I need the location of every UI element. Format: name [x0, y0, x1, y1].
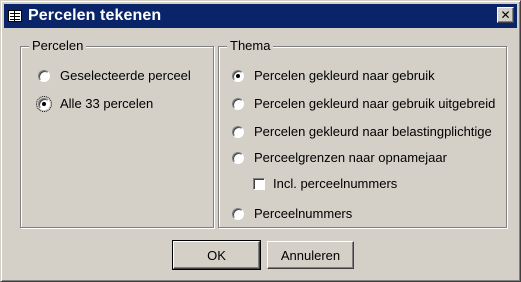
radio-gekleurd-naar-gebruik-uitgebreid[interactable]: Percelen gekleurd naar gebruik uitgebrei… — [232, 96, 495, 111]
percelen-group-label: Percelen — [29, 38, 87, 54]
ok-button[interactable]: OK — [172, 240, 261, 270]
radio-gekleurd-naar-belastingplichtige[interactable]: Percelen gekleurd naar belastingplichtig… — [232, 124, 492, 139]
checkbox-label: Incl. perceelnummers — [273, 176, 398, 191]
close-button[interactable]: ✕ — [497, 7, 514, 23]
radio-alle-percelen[interactable]: Alle 33 percelen — [36, 95, 154, 112]
radio-label: Perceelnummers — [254, 206, 353, 221]
checkbox-incl-perceelnummers[interactable]: Incl. perceelnummers — [253, 176, 397, 191]
radio-label: Alle 33 percelen — [60, 96, 154, 111]
thema-group-label: Thema — [227, 38, 274, 54]
radio-button[interactable] — [232, 151, 244, 164]
window-title: Percelen tekenen — [28, 7, 162, 24]
checkbox[interactable] — [253, 177, 265, 190]
radio-label: Percelen gekleurd naar belastingplichtig… — [254, 124, 492, 139]
dialog-window: Percelen tekenen ✕ Percelen Geselecteerd… — [0, 0, 521, 282]
thema-groupbox: Thema Percelen gekleurd naar gebruik Per… — [218, 38, 507, 228]
radio-label: Percelen gekleurd naar gebruik — [254, 68, 435, 83]
radio-perceelgrenzen-naar-opnamejaar[interactable]: Perceelgrenzen naar opnamejaar — [232, 150, 447, 165]
radio-geselecteerde-perceel[interactable]: Geselecteerde perceel — [38, 68, 191, 83]
radio-button[interactable] — [232, 97, 244, 110]
radio-button-selected[interactable] — [232, 69, 244, 82]
title-bar[interactable]: Percelen tekenen ✕ — [4, 4, 517, 28]
cancel-button[interactable]: Annuleren — [267, 241, 354, 269]
radio-label: Geselecteerde perceel — [60, 68, 191, 83]
radio-button-selected[interactable] — [36, 95, 52, 112]
form-icon — [8, 10, 22, 22]
radio-label: Perceelgrenzen naar opnamejaar — [254, 150, 447, 165]
percelen-groupbox: Percelen Geselecteerde perceel Alle 33 p… — [20, 38, 214, 228]
radio-perceelnummers[interactable]: Perceelnummers — [232, 206, 352, 221]
radio-button[interactable] — [38, 69, 50, 82]
radio-button[interactable] — [232, 207, 244, 220]
radio-button[interactable] — [232, 125, 244, 138]
radio-gekleurd-naar-gebruik[interactable]: Percelen gekleurd naar gebruik — [232, 68, 435, 83]
radio-label: Percelen gekleurd naar gebruik uitgebrei… — [254, 96, 496, 111]
